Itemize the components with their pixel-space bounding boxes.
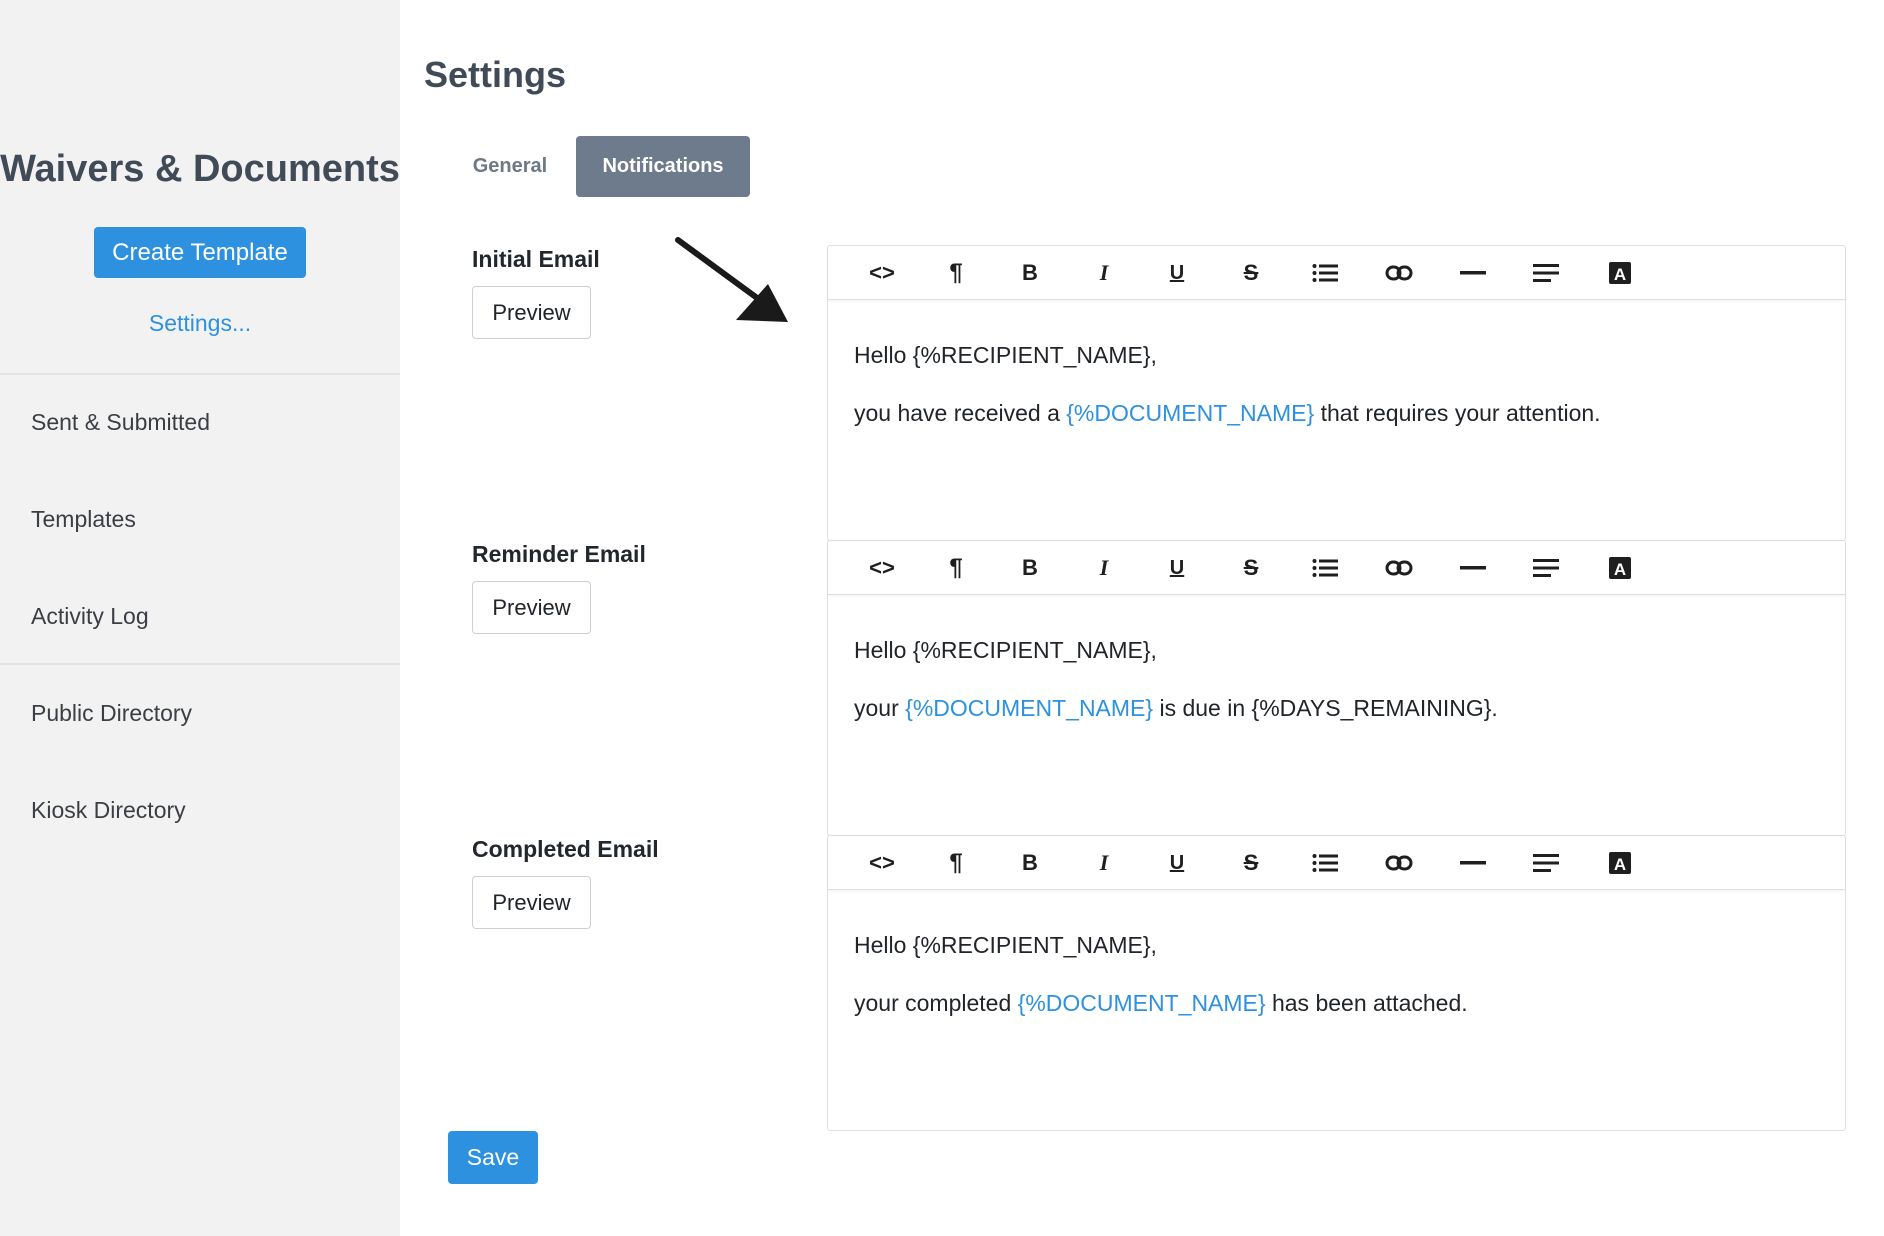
email-editor[interactable]: <> ¶ B I U S A Hello {%RECIPIENT_NAME},you have…: [827, 245, 1846, 541]
editor-text: has been attached.: [1265, 990, 1468, 1016]
template-variable: {%DOCUMENT_NAME}: [1066, 400, 1315, 426]
tab-notifications[interactable]: Notifications: [576, 136, 750, 197]
code-view-icon[interactable]: <>: [866, 258, 898, 288]
editor-text: you have received a: [854, 400, 1067, 426]
horizontal-rule-icon[interactable]: [1457, 848, 1489, 878]
sidebar-item-templates[interactable]: Templates: [31, 506, 136, 533]
code-view-icon[interactable]: <>: [866, 848, 898, 878]
editor-text: is due in {%DAYS_REMAINING}.: [1153, 695, 1498, 721]
editor-toolbar: <> ¶ B I U S A: [828, 246, 1845, 300]
list-icon[interactable]: [1309, 848, 1341, 878]
section-label: Completed Email: [472, 836, 659, 862]
tab-general[interactable]: General: [456, 136, 564, 197]
editor-content[interactable]: Hello {%RECIPIENT_NAME},your completed {…: [854, 916, 1819, 1032]
template-variable: {%DOCUMENT_NAME}: [905, 695, 1154, 721]
strikethrough-icon[interactable]: S: [1235, 848, 1267, 878]
link-icon[interactable]: [1383, 553, 1415, 583]
svg-text:A: A: [1614, 265, 1626, 284]
preview-button[interactable]: Preview: [472, 876, 591, 929]
text-color-icon[interactable]: A: [1604, 258, 1636, 288]
editor-text: your: [854, 695, 906, 721]
italic-icon[interactable]: I: [1088, 258, 1120, 288]
sidebar-item-sent-submitted[interactable]: Sent & Submitted: [31, 409, 210, 436]
align-icon[interactable]: [1530, 848, 1562, 878]
editor-content[interactable]: Hello {%RECIPIENT_NAME},you have receive…: [854, 326, 1819, 442]
settings-link[interactable]: Settings...: [0, 310, 400, 337]
underline-icon[interactable]: U: [1161, 848, 1193, 878]
editor-text: your completed: [854, 990, 1018, 1016]
editor-toolbar: <> ¶ B I U S A: [828, 836, 1845, 890]
editor-line: Hello {%RECIPIENT_NAME},: [854, 637, 1157, 663]
sidebar-item-public-directory[interactable]: Public Directory: [31, 700, 192, 727]
italic-icon[interactable]: I: [1088, 553, 1120, 583]
arrow-pointer-icon: [675, 237, 788, 322]
create-template-button[interactable]: Create Template: [94, 227, 306, 278]
email-editor[interactable]: <> ¶ B I U S A Hello {%RECIPIENT_NAME},your {%D…: [827, 540, 1846, 836]
sidebar-divider: [0, 663, 400, 665]
sidebar: Waivers & Documents Create Template Sett…: [0, 0, 400, 1236]
section-label: Reminder Email: [472, 541, 646, 567]
paragraph-icon[interactable]: ¶: [940, 258, 972, 288]
save-button[interactable]: Save: [448, 1131, 538, 1184]
paragraph-icon[interactable]: ¶: [940, 553, 972, 583]
editor-line: Hello {%RECIPIENT_NAME},: [854, 932, 1157, 958]
text-color-icon[interactable]: A: [1604, 848, 1636, 878]
sidebar-divider: [0, 373, 400, 375]
bold-icon[interactable]: B: [1014, 258, 1046, 288]
strikethrough-icon[interactable]: S: [1235, 258, 1267, 288]
align-icon[interactable]: [1530, 258, 1562, 288]
bold-icon[interactable]: B: [1014, 848, 1046, 878]
horizontal-rule-icon[interactable]: [1457, 258, 1489, 288]
sidebar-item-activity-log[interactable]: Activity Log: [31, 603, 149, 630]
link-icon[interactable]: [1383, 258, 1415, 288]
underline-icon[interactable]: U: [1161, 258, 1193, 288]
text-color-icon[interactable]: A: [1604, 553, 1636, 583]
page-title: Settings: [424, 54, 567, 95]
editor-line: you have received a {%DOCUMENT_NAME} tha…: [854, 384, 1819, 442]
editor-line: Hello {%RECIPIENT_NAME},: [854, 342, 1157, 368]
template-variable: {%DOCUMENT_NAME}: [1017, 990, 1266, 1016]
bold-icon[interactable]: B: [1014, 553, 1046, 583]
underline-icon[interactable]: U: [1161, 553, 1193, 583]
section-label: Initial Email: [472, 246, 600, 272]
svg-text:A: A: [1614, 855, 1626, 874]
list-icon[interactable]: [1309, 258, 1341, 288]
link-icon[interactable]: [1383, 848, 1415, 878]
editor-line: your {%DOCUMENT_NAME} is due in {%DAYS_R…: [854, 679, 1819, 737]
list-icon[interactable]: [1309, 553, 1341, 583]
sidebar-brand-title: Waivers & Documents: [0, 148, 400, 190]
paragraph-icon[interactable]: ¶: [940, 848, 972, 878]
strikethrough-icon[interactable]: S: [1235, 553, 1267, 583]
editor-content[interactable]: Hello {%RECIPIENT_NAME},your {%DOCUMENT_…: [854, 621, 1819, 737]
align-icon[interactable]: [1530, 553, 1562, 583]
svg-text:A: A: [1614, 560, 1626, 579]
preview-button[interactable]: Preview: [472, 286, 591, 339]
horizontal-rule-icon[interactable]: [1457, 553, 1489, 583]
editor-line: your completed {%DOCUMENT_NAME} has been…: [854, 974, 1819, 1032]
sidebar-item-kiosk-directory[interactable]: Kiosk Directory: [31, 797, 186, 824]
code-view-icon[interactable]: <>: [866, 553, 898, 583]
editor-text: that requires your attention.: [1314, 400, 1601, 426]
email-editor[interactable]: <> ¶ B I U S A Hello {%RECIPIENT_NAME},your com…: [827, 835, 1846, 1131]
preview-button[interactable]: Preview: [472, 581, 591, 634]
editor-toolbar: <> ¶ B I U S A: [828, 541, 1845, 595]
italic-icon[interactable]: I: [1088, 848, 1120, 878]
